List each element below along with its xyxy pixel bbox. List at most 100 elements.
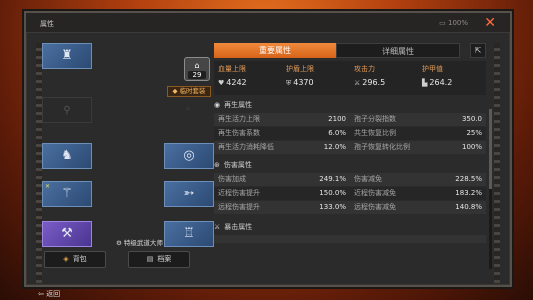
attr-label: 远程伤害提升	[218, 203, 260, 211]
attr-label: 共生恢复比例	[354, 129, 396, 137]
attr-label: 再生活力消耗降低	[218, 143, 274, 151]
title-badge: ⚙ 特级武道大师	[116, 237, 163, 247]
shield-icon: ⛨	[286, 79, 292, 87]
temp-suit-label[interactable]: ◆ 临时套装	[167, 86, 211, 97]
battery-indicator: ▭ 100%	[439, 19, 468, 27]
stat-hp-value: 4242	[226, 78, 247, 87]
back-icon: ⇦	[38, 290, 44, 298]
section-crit-title: 暴击属性	[224, 223, 253, 231]
bag-label: 背包	[72, 255, 87, 263]
close-icon[interactable]: ✕	[484, 15, 496, 31]
section-regen-title: 再生属性	[224, 101, 253, 109]
attr-value: 140.8%	[455, 203, 482, 211]
tab-important[interactable]: 重要属性	[214, 43, 336, 58]
helmet-icon: ♜	[61, 48, 73, 63]
attribute-window: 属性 ▭ 100% ✕ ♜ ⚲ ♞ ✕ ⚚ ⚒ ⌂ 29 ◆ 临时套装 ◦ ◎ ➳ …	[24, 11, 512, 298]
empty-slot-icon: ⚲	[63, 105, 71, 116]
battery-level: 100%	[447, 19, 468, 27]
table-row: 再生伤害系数 6.0% 共生恢复比例 25%	[214, 127, 486, 140]
attr-value: 228.5%	[455, 175, 482, 183]
building-icon: ⌂	[194, 61, 200, 70]
archive-button[interactable]: ▤ 档案	[128, 251, 190, 268]
stat-shield-label: 护盾上限	[286, 65, 314, 73]
robot-icon: ♖	[183, 226, 195, 241]
drop-icon: ◉	[214, 101, 221, 109]
attr-value: 183.2%	[455, 189, 482, 197]
equip-slot-weapon[interactable]: ✕ ⚚	[42, 181, 92, 207]
crit-icon: ⚔	[214, 223, 221, 231]
equip-slot-item[interactable]: ⚒	[42, 221, 92, 247]
tab-detail[interactable]: 详细属性	[336, 43, 460, 58]
shovel-icon: ⚒	[61, 226, 73, 241]
attr-value: 249.1%	[319, 175, 346, 183]
attr-value: 6.0%	[328, 129, 346, 137]
title-badge-text: 特级武道大师	[123, 239, 163, 247]
equipment-panel: ♜ ⚲ ♞ ✕ ⚚ ⚒ ⌂ 29 ◆ 临时套装 ◦ ◎ ➳ ♖ ⚙ 特级武道大师 ◈…	[34, 37, 224, 298]
stat-armor-label: 护甲值	[422, 65, 443, 73]
attr-value: 12.0%	[323, 143, 346, 151]
title-badge-icon: ⚙	[116, 239, 122, 247]
equip-slot-empty-left[interactable]: ⚲	[42, 97, 92, 123]
attr-label: 近程伤害提升	[218, 189, 260, 197]
level-value: 29	[188, 71, 206, 79]
attr-label: 孢子分裂指数	[354, 115, 396, 123]
attr-value: 150.0%	[319, 189, 346, 197]
temp-suit-text: 临时套装	[179, 87, 206, 95]
share-icon[interactable]: ⇱	[470, 43, 486, 58]
stat-attack-value: 296.5	[362, 78, 386, 87]
scrollbar-thumb[interactable]	[489, 109, 492, 189]
fish-icon: ➳	[183, 186, 195, 201]
table-row-partial	[214, 235, 486, 243]
attr-label: 远程伤害减免	[354, 203, 396, 211]
stat-shield-value: 4370	[293, 78, 314, 87]
bag-button[interactable]: ◈ 背包	[44, 251, 106, 268]
ring-slot-icon: ◦	[185, 104, 191, 115]
equip-slot-head[interactable]: ♜	[42, 43, 92, 69]
window-title: 属性	[40, 20, 54, 28]
section-damage: ⊛ 伤害属性	[214, 159, 486, 171]
bracer-icon: ◎	[183, 148, 195, 163]
stat-attack: 攻击力 ⚔ 296.5	[350, 61, 418, 95]
title-bar: 属性 ▭ 100% ✕	[26, 13, 510, 33]
staff-icon: ⚚	[61, 186, 73, 201]
stat-attack-label: 攻击力	[354, 65, 375, 73]
sword-icon: ⚔	[354, 79, 361, 87]
basic-stats: 血量上限 ♥ 4242 护盾上限 ⛨ 4370 攻击力 ⚔ 296.5 护甲值 ▙ 26…	[214, 61, 486, 95]
armor-icon: ▙	[422, 79, 428, 87]
attr-label: 再生伤害系数	[218, 129, 260, 137]
table-row: 再生活力消耗降低 12.0% 孢子恢复转化比例 100%	[214, 141, 486, 154]
section-regen: ◉ 再生属性	[214, 99, 486, 111]
stat-armor-value: 264.2	[429, 78, 453, 87]
stat-hp: 血量上限 ♥ 4242	[214, 61, 282, 95]
suit-icon: ◆	[172, 87, 178, 95]
section-crit: ⚔ 暴击属性	[214, 221, 486, 233]
archive-icon: ▤	[146, 255, 154, 263]
attr-value: 350.0	[461, 115, 482, 123]
attributes-panel: 重要属性 详细属性 ⇱ 血量上限 ♥ 4242 护盾上限 ⛨ 4370 攻击力 ⚔ 2…	[214, 43, 498, 287]
attr-label: 近程伤害减免	[354, 189, 396, 197]
equip-slot-bracer[interactable]: ◎	[164, 143, 214, 169]
archive-label: 档案	[157, 255, 172, 263]
table-row: 伤害加成 249.1% 伤害减免 228.5%	[214, 173, 486, 186]
equip-slot-accessory[interactable]: ➳	[164, 181, 214, 207]
bag-icon: ◈	[63, 255, 69, 263]
attr-label: 孢子恢复转化比例	[354, 143, 410, 151]
equip-slot-companion[interactable]: ♖	[164, 221, 214, 247]
attr-label: 再生活力上限	[218, 115, 260, 123]
attr-value: 25%	[466, 129, 482, 137]
back-button[interactable]: ⇦ 返回	[38, 289, 60, 299]
attr-label: 伤害减免	[354, 175, 382, 183]
table-row: 近程伤害提升 150.0% 近程伤害减免 183.2%	[214, 187, 486, 200]
equip-slot-empty-right[interactable]: ◦	[162, 97, 214, 123]
stat-armor: 护甲值 ▙ 264.2	[418, 61, 486, 95]
table-row: 再生活力上限 2100 孢子分裂指数 350.0	[214, 113, 486, 126]
level-badge: ⌂ 29	[184, 57, 210, 81]
table-row: 远程伤害提升 133.0% 远程伤害减免 140.8%	[214, 201, 486, 214]
equip-slot-body[interactable]: ♞	[42, 143, 92, 169]
back-label: 返回	[46, 290, 61, 298]
attribute-tabs: 重要属性 详细属性	[214, 43, 460, 58]
attr-value: 100%	[461, 143, 482, 151]
heart-icon: ♥	[218, 79, 225, 87]
attr-value: 2100	[328, 115, 346, 123]
stat-shield: 护盾上限 ⛨ 4370	[282, 61, 350, 95]
